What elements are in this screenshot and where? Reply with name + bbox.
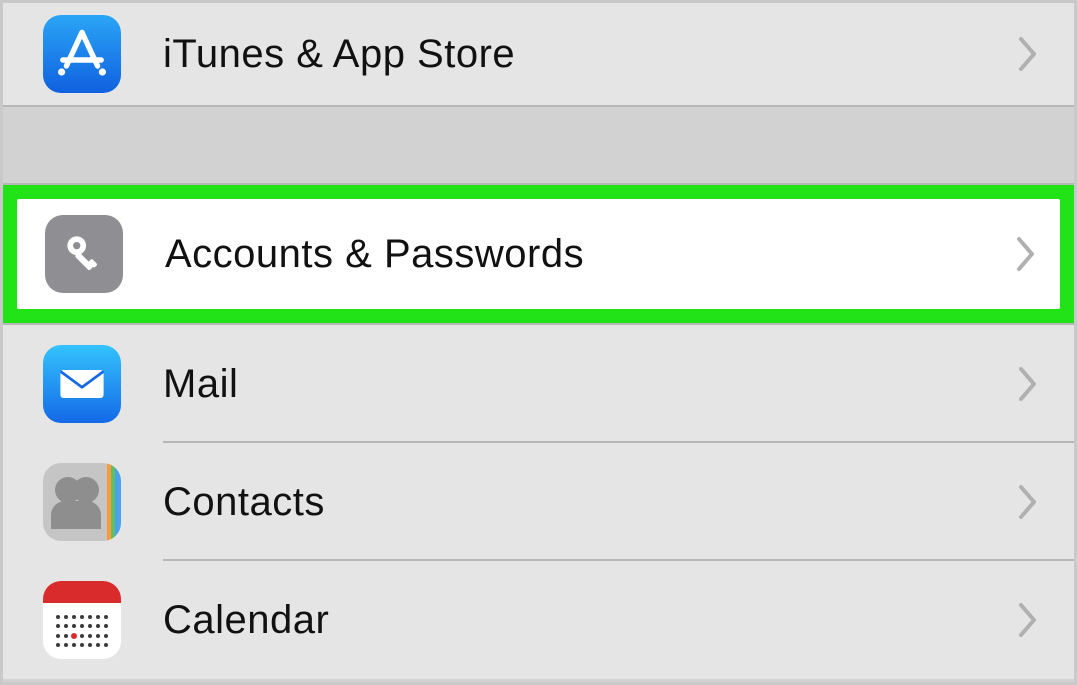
section-gap (3, 107, 1074, 185)
chevron-right-icon (1016, 236, 1036, 272)
highlight-box: Accounts & Passwords (3, 185, 1074, 323)
row-calendar[interactable]: Calendar (3, 561, 1074, 679)
mail-icon (43, 345, 121, 423)
row-itunes-app-store[interactable]: iTunes & App Store (3, 3, 1074, 105)
row-label: Calendar (163, 598, 1018, 643)
settings-screen: iTunes & App Store Accounts & Passwords (0, 0, 1077, 685)
app-store-icon (43, 15, 121, 93)
settings-group-top: iTunes & App Store (3, 3, 1074, 107)
row-mail[interactable]: Mail (3, 325, 1074, 443)
key-icon (45, 215, 123, 293)
contacts-icon (43, 463, 121, 541)
row-label: iTunes & App Store (163, 32, 1018, 77)
chevron-right-icon (1018, 36, 1038, 72)
chevron-right-icon (1018, 484, 1038, 520)
row-label: Accounts & Passwords (165, 232, 1016, 277)
calendar-icon (43, 581, 121, 659)
row-label: Mail (163, 362, 1018, 407)
row-contacts[interactable]: Contacts (3, 443, 1074, 561)
settings-group-lower: Mail Contacts Calendar (3, 323, 1074, 679)
row-accounts-passwords[interactable]: Accounts & Passwords (17, 199, 1060, 309)
row-label: Contacts (163, 480, 1018, 525)
chevron-right-icon (1018, 366, 1038, 402)
chevron-right-icon (1018, 602, 1038, 638)
